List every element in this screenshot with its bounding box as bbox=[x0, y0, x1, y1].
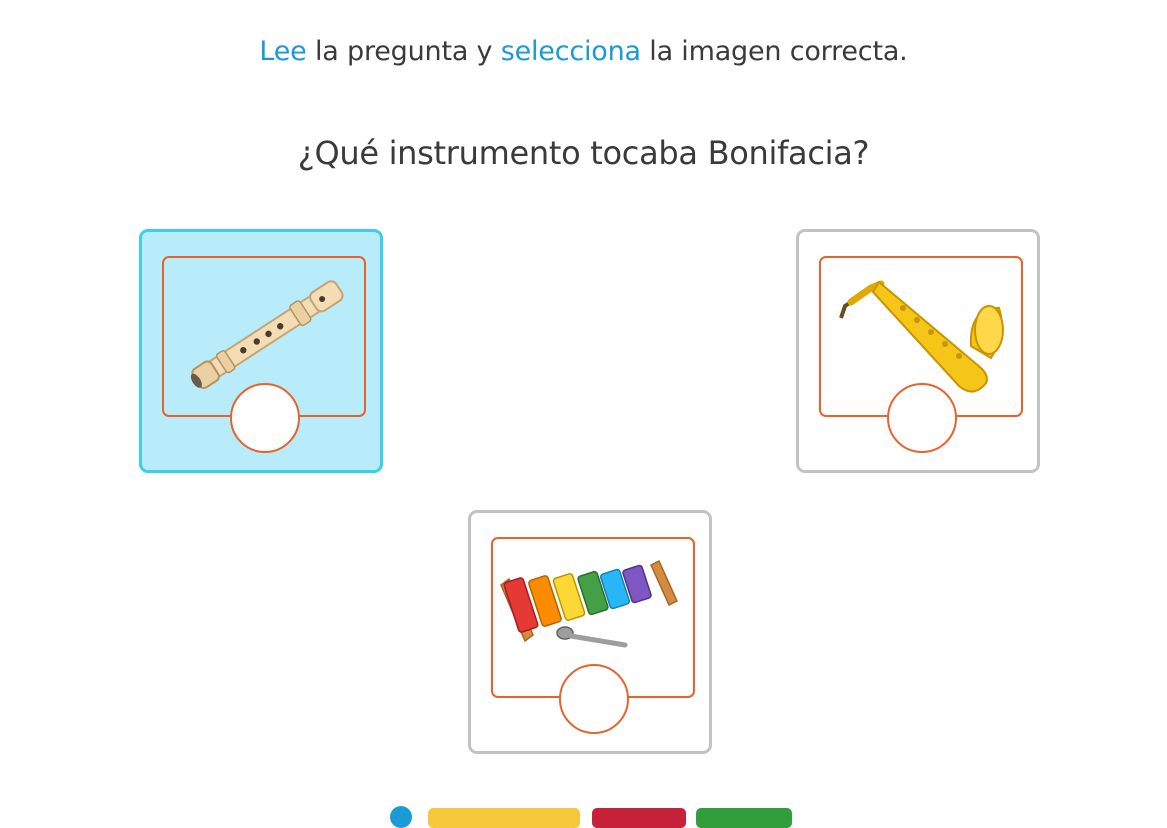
answer-slot bbox=[887, 383, 957, 453]
toolbar-button-green[interactable] bbox=[696, 808, 792, 828]
question-text: ¿Qué instrumento tocaba Bonifacia? bbox=[297, 134, 870, 172]
answer-slot bbox=[230, 383, 300, 453]
bottom-toolbar bbox=[390, 804, 810, 828]
instruction-select-word: selecciona bbox=[500, 36, 641, 67]
toolbar-button-red[interactable] bbox=[592, 808, 686, 828]
option-card-xylophone[interactable] bbox=[468, 510, 712, 754]
instruction-part-2: la imagen correcta. bbox=[640, 36, 908, 67]
instruction-part-1: la pregunta y bbox=[306, 36, 501, 67]
answer-slot bbox=[559, 664, 629, 734]
toolbar-button-yellow[interactable] bbox=[428, 808, 580, 828]
instruction-read-word: Lee bbox=[259, 36, 307, 67]
help-button[interactable] bbox=[390, 806, 412, 828]
option-card-flute[interactable] bbox=[139, 229, 383, 473]
option-card-saxophone[interactable] bbox=[796, 229, 1040, 473]
instruction-text: Lee la pregunta y selecciona la imagen c… bbox=[0, 36, 1167, 67]
